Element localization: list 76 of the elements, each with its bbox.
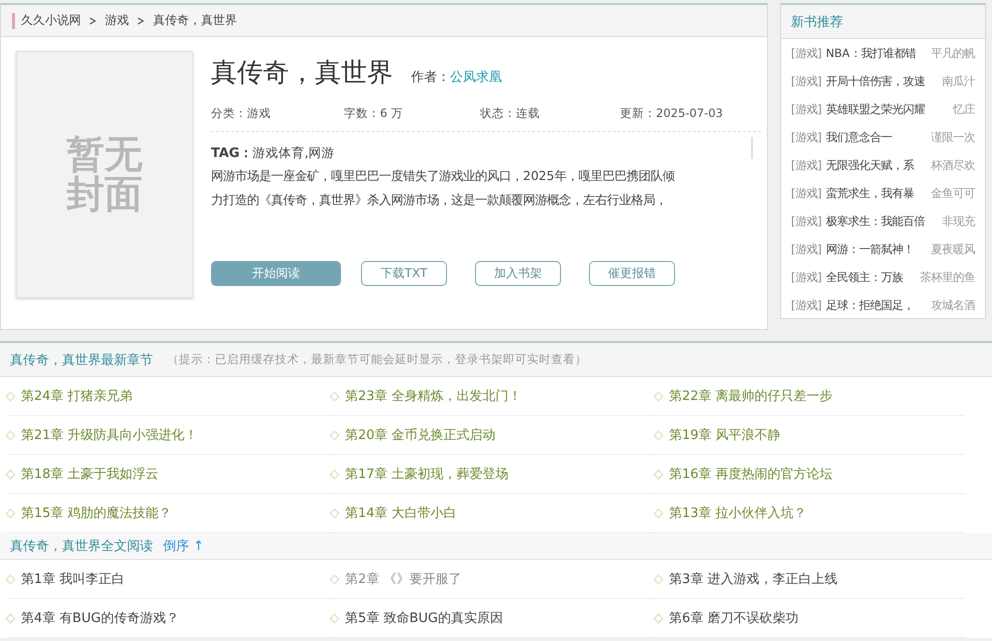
chapter-link[interactable]: 第20章 金币兑换正式启动 <box>345 426 496 444</box>
author-text: 平凡的帆 <box>931 46 975 60</box>
book-link[interactable]: 足球：拒绝国足， <box>826 298 931 312</box>
category-link[interactable]: [游戏] <box>791 46 822 60</box>
book-link[interactable]: 蛮荒求生，我有暴 <box>826 186 931 200</box>
chapter-link[interactable]: 第14章 大白带小白 <box>345 504 457 522</box>
author-text: 忆庄 <box>953 102 975 116</box>
action-button[interactable]: 下载TXT <box>361 261 447 286</box>
breadcrumb-separator-icon <box>137 16 145 24</box>
action-button[interactable]: 开始阅读 <box>211 261 341 286</box>
chapter-link[interactable]: 第4章 有BUG的传奇游戏？ <box>21 609 179 627</box>
accent-mark <box>12 12 15 28</box>
author-label: 作者： <box>411 69 450 86</box>
chapter-link[interactable]: 第22章 离最帅的仔只差一步 <box>669 387 833 405</box>
chapter-link[interactable]: 第15章 鸡肋的魔法技能？ <box>21 504 172 522</box>
scrollbar-thumb[interactable] <box>751 137 753 159</box>
category-link[interactable]: [游戏] <box>791 158 822 172</box>
cover-text: 暂无封面 <box>66 134 142 214</box>
book-link[interactable]: 开局十倍伤害，攻速 <box>826 74 942 88</box>
category-link[interactable]: [游戏] <box>791 130 822 144</box>
chapter-link[interactable]: 第23章 全身精炼，出发北门！ <box>345 387 522 405</box>
description-text: 网游市场是一座金矿，嘎里巴巴一度错失了游戏业的风口，2025年，嘎里巴巴携团队倾 <box>211 168 676 185</box>
category-link[interactable]: [游戏] <box>791 270 822 284</box>
category-link[interactable]: [游戏] <box>791 74 822 88</box>
author-text: 夏夜暖风 <box>931 242 975 256</box>
category-link[interactable]: [游戏] <box>791 214 822 228</box>
category-link[interactable]: [游戏] <box>791 102 822 116</box>
author-text: 非现充 <box>942 214 975 228</box>
chapter-link[interactable]: 第19章 风平浪不静 <box>669 426 781 444</box>
chapter-link[interactable]: 第21章 升级防具向小强进化！ <box>21 426 198 444</box>
section-title: 真传奇，真世界全文阅读 <box>10 538 153 555</box>
author-text: 杯酒尽欢 <box>931 158 975 172</box>
chapter-link[interactable]: 第16章 再度热闹的官方论坛 <box>669 465 833 483</box>
breadcrumb-separator-icon <box>89 16 97 24</box>
book-link[interactable]: 极寒求生：我能百倍 <box>826 214 942 228</box>
section-title: 真传奇，真世界最新章节 <box>10 352 153 368</box>
author-text: 攻城名酒 <box>931 298 975 312</box>
book-link[interactable]: 网游：一箭弑神！ <box>826 242 931 256</box>
book-link[interactable]: NBA：我打谁都错 <box>826 46 931 60</box>
action-button[interactable]: 加入书架 <box>475 261 561 286</box>
action-button[interactable]: 催更报错 <box>589 261 675 286</box>
breadcrumb-link[interactable]: 久久小说网 <box>21 12 81 29</box>
chapter-link[interactable]: 第5章 致命BUG的真实原因 <box>345 609 503 627</box>
category-link[interactable]: [游戏] <box>791 298 822 312</box>
author-link[interactable]: 公凤求凰 <box>450 68 502 86</box>
book-link[interactable]: 无限强化天赋，系 <box>826 158 931 172</box>
category-link[interactable]: [游戏] <box>791 186 822 200</box>
page-title: 真传奇，真世界 <box>153 12 237 29</box>
meta-text: 更新：2025-07-03 <box>620 106 723 121</box>
author-text: 南瓜汁 <box>942 74 975 88</box>
chapter-link[interactable]: 第13章 拉小伙伴入坑？ <box>669 504 807 522</box>
book-link[interactable]: 我们意念合一 <box>826 130 931 144</box>
chapter-link[interactable]: 第24章 打猪亲兄弟 <box>21 387 133 405</box>
chapter-link[interactable]: 第2章 《》要开服了 <box>345 570 462 588</box>
tag-label: TAG： <box>211 146 253 161</box>
sort-link[interactable]: 倒序 ↑ <box>163 537 204 555</box>
chapter-link[interactable]: 第3章 进入游戏，李正白上线 <box>669 570 838 588</box>
author-text: 金鱼可可 <box>931 186 975 200</box>
hint-text: （提示：已启用缓存技术，最新章节可能会延时显示，登录书架即可实时查看） <box>167 352 587 367</box>
book-link[interactable]: 全民领主：万族 <box>826 270 920 284</box>
breadcrumb-link[interactable]: 游戏 <box>105 12 129 29</box>
description-text: 力打造的《真传奇，真世界》杀入网游市场，这是一款颠覆网游概念，左右行业格局， <box>211 192 668 209</box>
chapter-link[interactable]: 第1章 我叫李正白 <box>21 570 124 588</box>
tag-text: 游戏体育,网游 <box>252 145 335 160</box>
meta-text: 状态：连载 <box>480 106 541 121</box>
book-title: 真传奇，真世界 <box>211 57 393 90</box>
chapter-link[interactable]: 第17章 土豪初现，葬爱登场 <box>345 465 509 483</box>
panel-title: 新书推荐 <box>791 14 843 30</box>
chapter-link[interactable]: 第6章 磨刀不误砍柴功 <box>669 609 798 627</box>
author-text: 谨限一次 <box>931 130 975 144</box>
book-link[interactable]: 英雄联盟之荣光闪耀 <box>826 102 953 116</box>
category-link[interactable]: [游戏] <box>791 242 822 256</box>
chapter-link[interactable]: 第18章 土豪于我如浮云 <box>21 465 159 483</box>
meta-text: 分类：游戏 <box>211 106 272 121</box>
author-text: 茶杯里的鱼 <box>920 270 975 284</box>
meta-text: 字数：6 万 <box>344 106 404 121</box>
